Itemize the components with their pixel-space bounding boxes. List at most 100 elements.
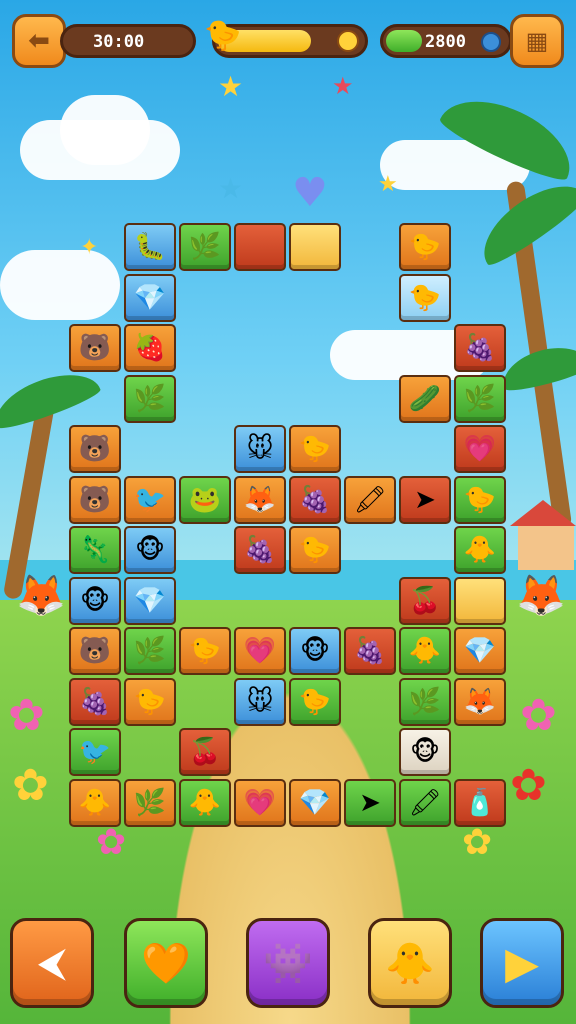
tile-icon: 🐤 [463, 484, 497, 515]
timer-text: 30:00 [93, 32, 145, 52]
tile-icon: 🐻 [78, 484, 112, 515]
tile[interactable] [454, 576, 506, 625]
tile[interactable]: 🍒 [179, 728, 231, 776]
tile[interactable]: 🍇 [454, 324, 506, 372]
tile-icon: 🐤 [298, 686, 332, 717]
tile[interactable]: 🖍 [399, 778, 451, 827]
tile[interactable]: 🐵 [289, 627, 341, 675]
tile[interactable]: 🐤 [289, 677, 341, 726]
tile[interactable]: 🐥 [399, 627, 451, 675]
tile[interactable]: 🖍 [344, 475, 396, 524]
tile[interactable]: 🐤 [124, 677, 176, 726]
tile[interactable]: 🍇 [344, 627, 396, 675]
tile[interactable]: 🐤 [289, 526, 341, 574]
fox-character-icon: 🦊 [516, 573, 566, 619]
tile[interactable]: 💗 [454, 425, 506, 473]
tile[interactable]: 🐸 [179, 475, 231, 524]
tile[interactable] [289, 223, 341, 271]
tile[interactable]: 🐻 [69, 425, 121, 473]
tile[interactable]: 💎 [124, 273, 176, 322]
tile[interactable]: 🐤 [454, 475, 506, 524]
tile[interactable]: 🥒 [399, 374, 451, 423]
tile[interactable]: 🦊 [234, 475, 286, 524]
tile[interactable]: 🍇 [69, 677, 121, 726]
tile[interactable]: 🐥 [179, 778, 231, 827]
tile[interactable]: 🐻 [69, 324, 121, 372]
tile[interactable]: ➤ [399, 475, 451, 524]
tile[interactable]: 🦎 [69, 526, 121, 574]
tile[interactable]: 🍓 [124, 324, 176, 372]
tile[interactable]: 🐵 [124, 526, 176, 574]
tile[interactable]: 💗 [234, 778, 286, 827]
tile-icon: 🐤 [188, 636, 222, 666]
tile-icon: 🌿 [133, 383, 167, 414]
tile[interactable]: 💎 [289, 778, 341, 827]
tile[interactable]: 🦊 [454, 677, 506, 726]
tile[interactable]: 🐦 [69, 728, 121, 776]
tile-icon: 💗 [243, 636, 277, 666]
tile-icon: 🌿 [408, 686, 442, 717]
tile-icon: 🖍 [353, 484, 387, 515]
flower-icon: ✿ [510, 760, 547, 811]
flower-icon: ✿ [8, 690, 45, 741]
tile[interactable]: 🐻 [69, 627, 121, 675]
tile[interactable]: 🐦 [124, 475, 176, 524]
tile-icon: 🐵 [134, 535, 166, 565]
tile-icon: 🦎 [78, 535, 112, 565]
flower-icon: ✿ [12, 760, 49, 811]
tile[interactable]: ➤ [344, 778, 396, 827]
tile-icon: 🐻 [78, 434, 112, 464]
tile-icon: 🌿 [463, 383, 497, 414]
tile-icon: 🐤 [298, 535, 332, 565]
tile[interactable]: 🐛 [124, 223, 176, 271]
tile[interactable]: 🍒 [399, 576, 451, 625]
menu-button[interactable]: ▦ [510, 14, 564, 68]
tile[interactable]: 🐭 [234, 677, 286, 726]
coin-icon [337, 30, 359, 52]
monster-button[interactable]: 🐥 [368, 918, 452, 1008]
back-button[interactable]: ⮜ [10, 918, 94, 1008]
tile[interactable]: 🌿 [124, 778, 176, 827]
tile-icon: 🐤 [298, 434, 332, 464]
tile[interactable]: 🌿 [124, 374, 176, 423]
flower-icon: ✿ [462, 822, 493, 863]
heart-icon: ♥ [292, 170, 328, 216]
tile[interactable]: 🌿 [124, 627, 176, 675]
tile[interactable]: 🍇 [289, 475, 341, 524]
tile-icon: 💎 [463, 636, 497, 666]
tile-icon: 💎 [298, 787, 332, 818]
tile[interactable]: 🍇 [234, 526, 286, 574]
home-button[interactable]: ⬅ [12, 14, 66, 68]
tile-icon: 🍓 [133, 333, 167, 363]
tile-icon: 🍇 [243, 535, 277, 565]
timer-display: 30:00 [60, 24, 196, 58]
tile[interactable]: 🐵 [399, 728, 451, 776]
tile[interactable]: 💎 [454, 627, 506, 675]
tile[interactable]: 🐤 [399, 223, 451, 271]
tile[interactable]: 🧴 [454, 778, 506, 827]
flower-icon: ✿ [520, 690, 557, 741]
heart-leaf-icon: 🧡 [141, 940, 191, 987]
tile[interactable] [234, 223, 286, 271]
shuffle-button[interactable]: 👾 [246, 918, 330, 1008]
tile[interactable]: 🌿 [179, 223, 231, 271]
tile[interactable]: 🐥 [69, 778, 121, 827]
tile[interactable]: 🐵 [69, 576, 121, 625]
hint-button[interactable]: 🧡 [124, 918, 208, 1008]
tile[interactable]: 🐥 [454, 526, 506, 574]
tile[interactable]: 🌿 [399, 677, 451, 726]
tile[interactable]: 🐭 [234, 425, 286, 473]
tile[interactable]: 🐤 [399, 273, 451, 322]
tile[interactable]: 💗 [234, 627, 286, 675]
tile[interactable]: 🐤 [289, 425, 341, 473]
play-button[interactable]: ▶ [480, 918, 564, 1008]
mascot-icon: 🐤 [204, 18, 242, 53]
tile-icon: 🍇 [78, 686, 112, 717]
tile[interactable]: 💎 [124, 576, 176, 625]
tile[interactable]: 🌿 [454, 374, 506, 423]
star-icon: ★ [378, 172, 398, 197]
tile-icon: 🐵 [409, 737, 441, 767]
tile-icon: ➤ [414, 484, 436, 515]
tile[interactable]: 🐻 [69, 475, 121, 524]
tile[interactable]: 🐤 [179, 627, 231, 675]
